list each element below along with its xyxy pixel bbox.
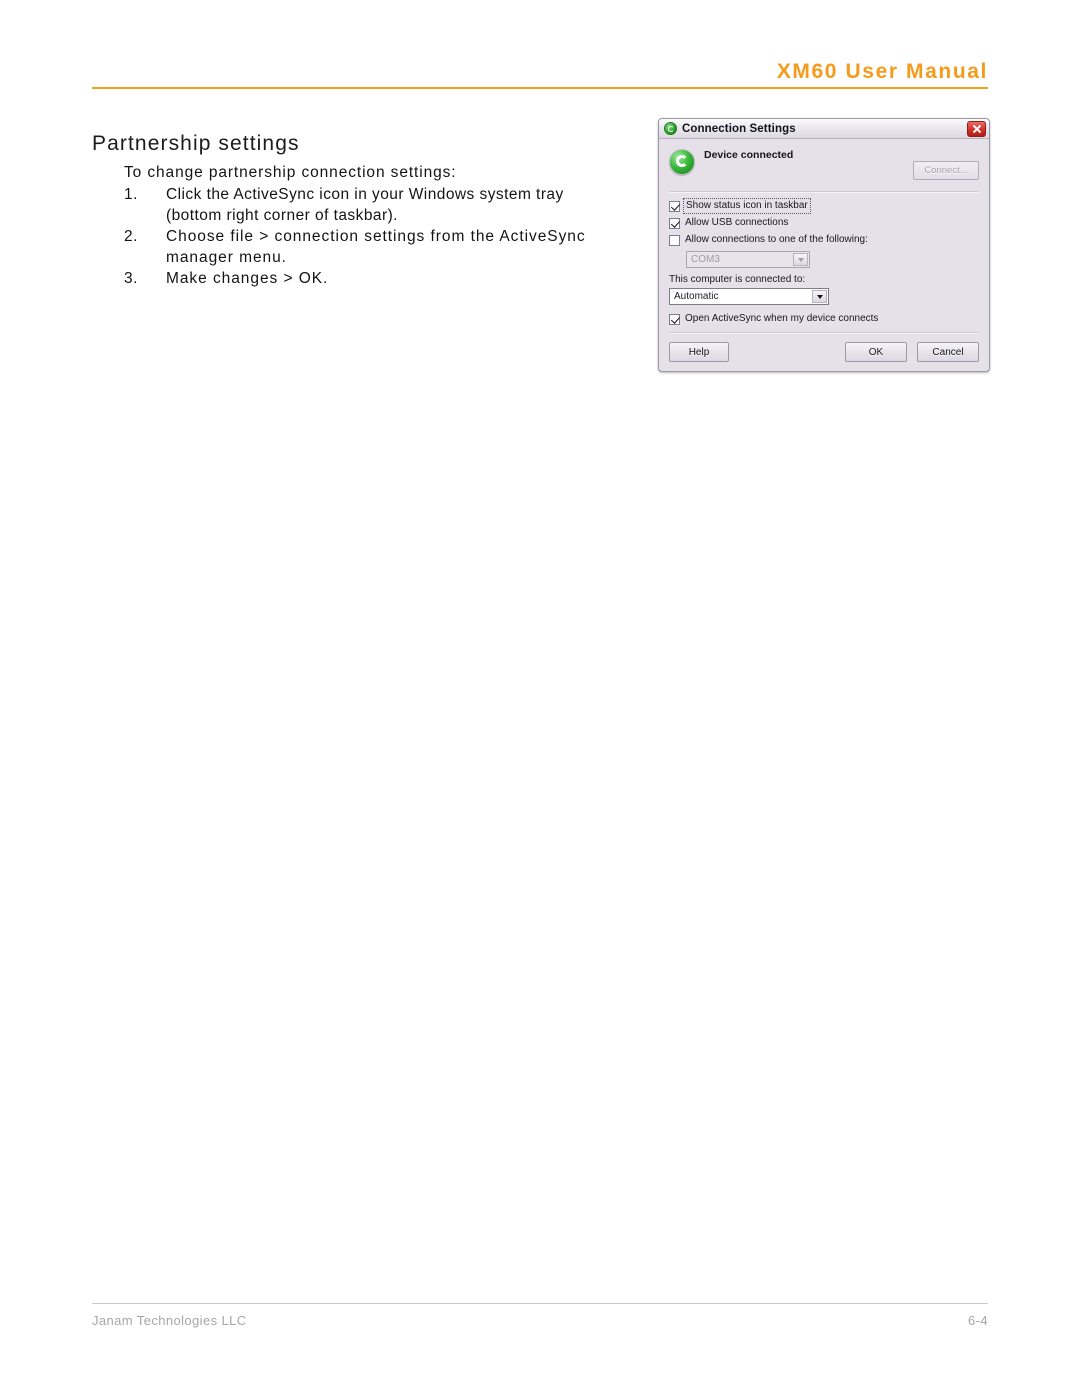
checkbox-box[interactable] — [669, 313, 680, 325]
steps-list: 1. Click the ActiveSync icon in your Win… — [124, 184, 644, 289]
checkbox-box[interactable] — [669, 217, 680, 229]
header-rule — [92, 87, 988, 89]
step-number: 2. — [124, 228, 138, 245]
step-line: Choose file > connection settings from t… — [166, 228, 586, 245]
dialog-button-row: Help OK Cancel — [669, 342, 979, 362]
activesync-sync-icon — [669, 149, 695, 175]
connect-button[interactable]: Connect... — [913, 161, 979, 180]
chevron-down-icon[interactable] — [812, 290, 827, 303]
step-line: Click the ActiveSync icon in your Window… — [166, 186, 564, 203]
step-line: (bottom right corner of taskbar). — [166, 207, 398, 224]
list-item: 1. Click the ActiveSync icon in your Win… — [124, 184, 644, 226]
checkbox-show-status-icon[interactable]: Show status icon in taskbar — [669, 198, 979, 214]
dialog-footer: Help OK Cancel — [669, 332, 979, 362]
footer-page-number: 6-4 — [968, 1313, 988, 1328]
checkbox-label: Allow connections to one of the followin… — [685, 234, 868, 245]
checkbox-label: Allow USB connections — [685, 217, 789, 228]
step-line: manager menu. — [166, 249, 287, 266]
instructions-intro: To change partnership connection setting… — [124, 164, 457, 181]
help-button[interactable]: Help — [669, 342, 729, 362]
dialog-titlebar: Connection Settings — [659, 119, 989, 139]
step-number: 3. — [124, 270, 138, 287]
connected-to-label: This computer is connected to: — [669, 274, 806, 285]
list-item: 3. Make changes > OK. — [124, 268, 644, 289]
checkbox-allow-usb[interactable]: Allow USB connections — [669, 217, 979, 229]
dialog-separator-bottom — [669, 332, 979, 334]
dialog-title: Connection Settings — [682, 122, 796, 135]
footer-row: Janam Technologies LLC 6-4 — [92, 1313, 988, 1328]
checkbox-allow-connections[interactable]: Allow connections to one of the followin… — [669, 234, 979, 246]
page-header: XM60 User Manual — [92, 60, 988, 94]
manual-title: XM60 User Manual — [776, 60, 988, 83]
connected-to-value: Automatic — [674, 291, 719, 302]
checkbox-box[interactable] — [669, 234, 680, 246]
dialog-separator-top — [669, 191, 979, 193]
checkbox-box[interactable] — [669, 200, 680, 212]
page-title: Partnership settings — [92, 132, 300, 156]
connected-to-dropdown[interactable]: Automatic — [669, 288, 829, 305]
page-footer: Janam Technologies LLC 6-4 — [92, 1303, 988, 1328]
list-item: 2. Choose file > connection settings fro… — [124, 226, 644, 268]
ok-button[interactable]: OK — [845, 342, 907, 362]
footer-rule — [92, 1303, 988, 1304]
close-icon[interactable] — [967, 120, 986, 137]
connection-settings-dialog: Connection Settings Device connected Con… — [658, 118, 990, 372]
device-status-text: Device connected — [704, 149, 794, 161]
checkbox-label: Show status icon in taskbar — [683, 198, 811, 214]
com-port-dropdown: COM3 — [686, 251, 810, 268]
com-port-value: COM3 — [691, 254, 720, 265]
instructions-block: To change partnership connection setting… — [124, 162, 644, 289]
step-number: 1. — [124, 186, 138, 203]
step-line: Make changes > OK. — [166, 270, 329, 287]
cancel-button[interactable]: Cancel — [917, 342, 979, 362]
checkbox-label: Open ActiveSync when my device connects — [685, 313, 879, 324]
chevron-down-icon — [793, 253, 808, 266]
footer-company: Janam Technologies LLC — [92, 1313, 247, 1328]
dialog-body: Device connected Connect... Show status … — [659, 139, 989, 371]
activesync-icon — [664, 122, 677, 135]
checkbox-open-activesync[interactable]: Open ActiveSync when my device connects — [669, 313, 979, 325]
